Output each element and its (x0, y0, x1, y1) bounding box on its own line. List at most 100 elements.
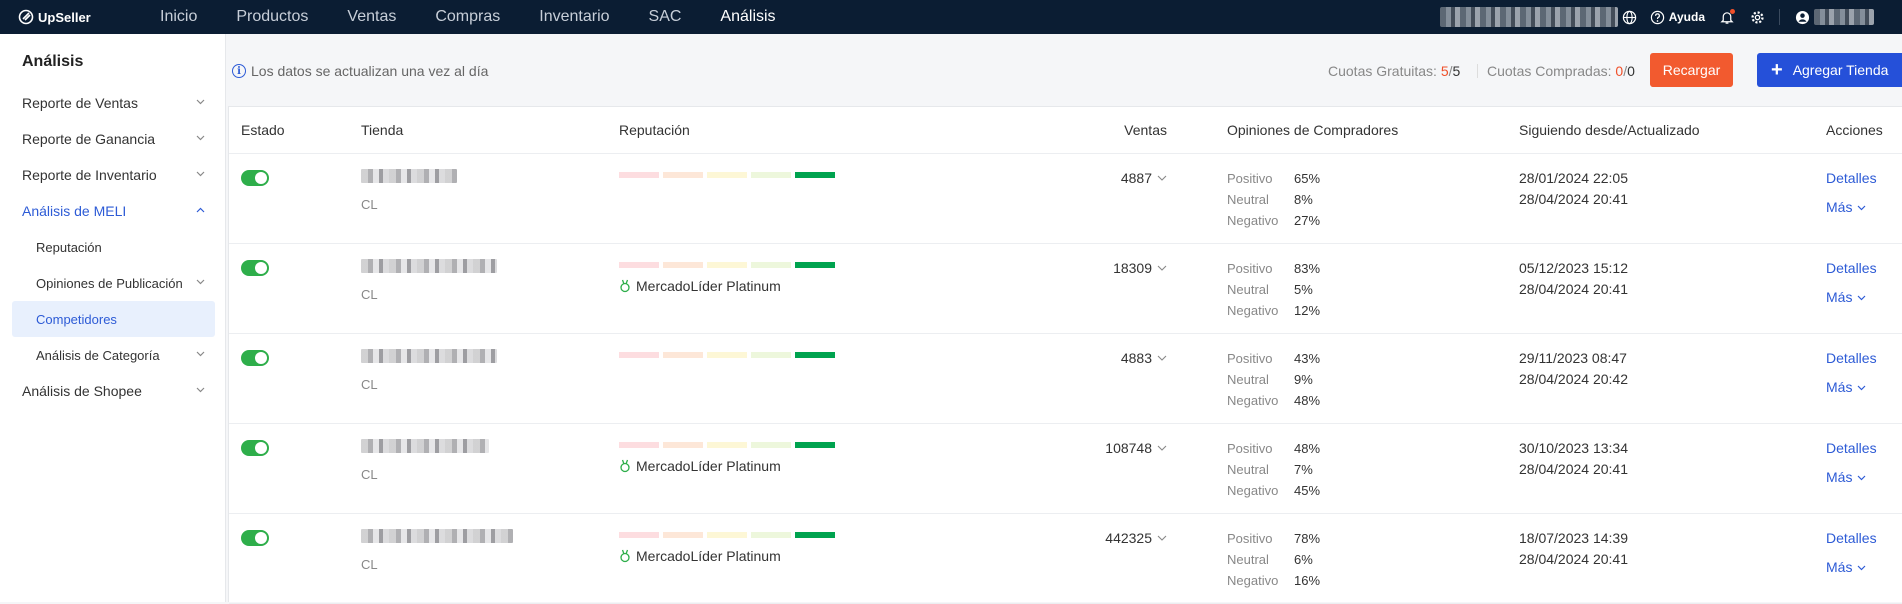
chevron-down-icon (196, 135, 205, 141)
table-row: CL 4887 Positivo 65% Neutral 8% Negativo 27… (229, 154, 1902, 244)
mercadolider-badge: MercadoLíder Platinum (619, 458, 781, 474)
recargar-button[interactable]: Recargar (1650, 53, 1733, 87)
detalles-link[interactable]: Detalles (1826, 438, 1877, 459)
main-nav: Inicio Productos Ventas Compras Inventar… (160, 8, 815, 26)
sidebar-sub-analisis-categoria[interactable]: Análisis de Categoría (0, 337, 225, 373)
chevron-down-icon (196, 279, 205, 285)
help-link[interactable]: Ayuda (1650, 9, 1705, 25)
question-icon (1650, 9, 1666, 25)
sidebar-item-label: Reporte de Inventario (22, 167, 157, 183)
mas-dropdown[interactable]: Más (1826, 557, 1877, 578)
info-bar: i Los datos se actualizan una vez al día… (226, 34, 1902, 106)
chevron-down-icon (1157, 535, 1167, 541)
gear-icon[interactable] (1749, 9, 1765, 25)
bought-quota-total: 0 (1627, 63, 1635, 79)
reputation-bars (619, 262, 839, 268)
detalles-link[interactable]: Detalles (1826, 168, 1877, 189)
neutral-label: Neutral (1227, 192, 1269, 207)
header-siguiendo: Siguiendo desde/Actualizado (1519, 122, 1700, 138)
upseller-logo-icon (18, 9, 34, 25)
following-since: 18/07/2023 14:39 (1519, 530, 1628, 546)
nav-item-sac[interactable]: SAC (649, 8, 682, 26)
negative-value: 12% (1294, 303, 1321, 318)
chevron-down-icon (1157, 445, 1167, 451)
nav-item-inicio[interactable]: Inicio (160, 8, 197, 26)
sales-value[interactable]: 18309 (1113, 260, 1167, 276)
negative-value: 16% (1294, 573, 1321, 588)
username-blurred (1814, 9, 1874, 25)
sales-value[interactable]: 108748 (1105, 440, 1167, 456)
reputation-bar-light-green (751, 442, 791, 448)
table-row: CL MercadoLíder Platinum 108748 Positivo… (229, 424, 1902, 514)
upseller-logo[interactable]: UpSeller (18, 9, 128, 25)
nav-item-ventas[interactable]: Ventas (347, 8, 396, 26)
sidebar-item-reporte-ganancia[interactable]: Reporte de Ganancia (0, 121, 225, 157)
globe-icon[interactable] (1622, 9, 1638, 25)
reputation-bar-orange (663, 442, 703, 448)
negative-label: Negativo (1227, 573, 1279, 588)
chevron-down-icon (1157, 265, 1167, 271)
reputation-bar-green (795, 442, 835, 448)
header-estado: Estado (241, 122, 285, 138)
positive-value: 65% (1294, 171, 1321, 186)
sidebar-sub-reputacion[interactable]: Reputación (0, 229, 225, 265)
detalles-link[interactable]: Detalles (1826, 528, 1877, 549)
buyer-opinions: Positivo 48% Neutral 7% Negativo 45% (1227, 438, 1320, 501)
follow-dates: 29/11/2023 08:47 28/04/2024 20:42 (1519, 348, 1628, 390)
store-name-blurred (361, 529, 513, 543)
sidebar-title: Análisis (22, 53, 84, 70)
free-quota-used: 5 (1440, 63, 1449, 79)
nav-item-compras[interactable]: Compras (435, 8, 500, 26)
header-acciones: Acciones (1826, 122, 1883, 138)
detalles-link[interactable]: Detalles (1826, 348, 1877, 369)
status-toggle[interactable] (241, 440, 269, 456)
row-actions: Detalles Más (1826, 168, 1877, 218)
nav-item-productos[interactable]: Productos (236, 8, 308, 26)
sidebar-item-reporte-inventario[interactable]: Reporte de Inventario (0, 157, 225, 193)
medal-label: MercadoLíder Platinum (636, 278, 781, 294)
nav-item-inventario[interactable]: Inventario (539, 8, 609, 26)
positive-label: Positivo (1227, 441, 1273, 456)
nav-item-analisis[interactable]: Análisis (720, 8, 775, 26)
status-toggle[interactable] (241, 170, 269, 186)
mas-label: Más (1826, 289, 1853, 305)
sales-value[interactable]: 4887 (1121, 170, 1167, 186)
sales-value[interactable]: 4883 (1121, 350, 1167, 366)
table-header: Estado Tienda Reputación Ventas Opinione… (229, 107, 1902, 154)
medal-icon (620, 279, 630, 293)
user-icon[interactable] (1794, 9, 1810, 25)
row-actions: Detalles Más (1826, 438, 1877, 488)
following-since: 30/10/2023 13:34 (1519, 440, 1628, 456)
reputation-bar-red (619, 172, 659, 178)
chevron-down-icon (196, 351, 205, 357)
mas-dropdown[interactable]: Más (1826, 377, 1877, 398)
following-since: 29/11/2023 08:47 (1519, 350, 1627, 366)
mas-label: Más (1826, 469, 1853, 485)
sidebar-item-analisis-shopee[interactable]: Análisis de Shopee (0, 373, 225, 409)
sidebar-item-reporte-ventas[interactable]: Reporte de Ventas (0, 85, 225, 121)
last-updated: 28/04/2024 20:42 (1519, 371, 1628, 387)
negative-value: 45% (1294, 483, 1321, 498)
bell-icon[interactable] (1719, 9, 1735, 25)
status-toggle[interactable] (241, 350, 269, 366)
status-toggle[interactable] (241, 530, 269, 546)
sidebar-sub-opiniones-publicacion[interactable]: Opiniones de Publicación (0, 265, 225, 301)
store-country: CL (361, 287, 378, 302)
mas-dropdown[interactable]: Más (1826, 287, 1877, 308)
sales-number: 4887 (1120, 170, 1152, 186)
mas-dropdown[interactable]: Más (1826, 467, 1877, 488)
sidebar-sub-competidores[interactable]: Competidores (12, 301, 215, 337)
free-quota-total: 5 (1452, 63, 1461, 79)
neutral-value: 8% (1294, 192, 1313, 207)
store-name-blurred (361, 439, 489, 453)
status-toggle[interactable] (241, 260, 269, 276)
sidebar-item-analisis-meli[interactable]: Análisis de MELI (0, 193, 225, 229)
detalles-link[interactable]: Detalles (1826, 258, 1877, 279)
sales-value[interactable]: 442325 (1105, 530, 1167, 546)
buyer-opinions: Positivo 83% Neutral 5% Negativo 12% (1227, 258, 1320, 321)
medal-label: MercadoLíder Platinum (636, 458, 781, 474)
store-name-blurred (361, 169, 457, 183)
negative-value: 27% (1294, 213, 1321, 228)
mas-dropdown[interactable]: Más (1826, 197, 1877, 218)
agregar-tienda-button[interactable]: + Agregar Tienda (1757, 53, 1902, 87)
